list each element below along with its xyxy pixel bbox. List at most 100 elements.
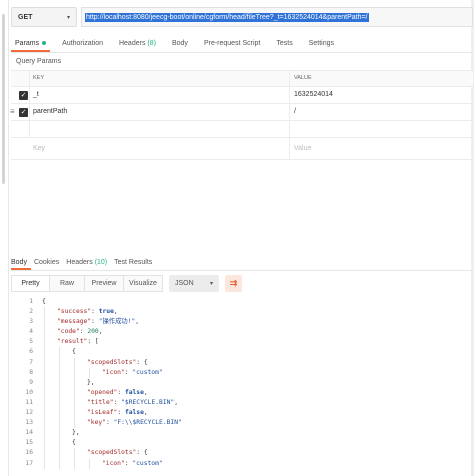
- view-raw-button[interactable]: Raw: [49, 275, 85, 292]
- indent-guide: [59, 428, 60, 439]
- indent-guide: [44, 397, 45, 409]
- response-body-code[interactable]: 1{2 "success": true, 3 "message": "操作成功!", 4…: [11, 297, 471, 469]
- code-token: {: [72, 348, 76, 356]
- code-token: ,: [113, 308, 118, 316]
- code-text: "success": true,: [57, 307, 118, 317]
- indent-guide: [74, 458, 75, 469]
- line-number: 12: [25, 409, 33, 417]
- tab-headers-count: (8): [147, 39, 156, 47]
- checkbox-checked-icon[interactable]: ✓: [19, 108, 28, 117]
- tab-pre-request-script[interactable]: Pre-request Script: [204, 36, 260, 50]
- code-token: {: [42, 298, 46, 305]
- row-divider: [29, 121, 30, 137]
- indent-guide: [74, 408, 75, 419]
- indent-guide: [44, 317, 45, 328]
- indent-guide: [44, 408, 45, 419]
- indent-guide: [59, 377, 60, 388]
- tab-tests[interactable]: Tests: [276, 36, 292, 50]
- code-token: ,: [174, 398, 179, 406]
- response-tabs: Body Cookies Headers (10) Test Results: [11, 256, 159, 268]
- code-text: "title": "$RECYCLE.BIN",: [87, 398, 178, 408]
- tab-headers-label: Headers: [118, 39, 146, 47]
- indent-guide: [44, 448, 45, 459]
- code-text: "scopedSlots": {: [87, 358, 148, 368]
- param-row[interactable]: ≡ ✓ parentPath /: [10, 104, 473, 121]
- tab-params[interactable]: Params: [15, 36, 47, 50]
- param-value[interactable]: /: [294, 108, 296, 115]
- code-line: 17 "icon": "custom": [11, 458, 471, 469]
- code-text: },: [87, 378, 95, 388]
- tab-settings[interactable]: Settings: [309, 36, 334, 50]
- view-preview-button[interactable]: Preview: [84, 275, 124, 292]
- wrap-lines-button[interactable]: ⇉: [225, 275, 242, 292]
- indent-guide: [44, 337, 45, 348]
- column-divider: [289, 121, 290, 137]
- code-line: 7 "scopedSlots": {: [11, 357, 471, 368]
- column-divider: [289, 138, 290, 159]
- tab-body[interactable]: Body: [172, 36, 188, 50]
- sidebar-scrollbar[interactable]: [0, 0, 9, 476]
- line-number: 1: [29, 298, 33, 305]
- param-key[interactable]: parentPath: [33, 108, 67, 115]
- tab-response-headers-count: (10): [94, 258, 108, 266]
- view-pretty-button[interactable]: Pretty: [11, 275, 50, 292]
- tab-authorization[interactable]: Authorization: [62, 36, 103, 50]
- scrollbar-thumb[interactable]: [2, 14, 5, 184]
- code-line: 4 "code": 200,: [11, 327, 471, 338]
- indent-guide: [59, 387, 60, 398]
- code-text: "message": "操作成功!",: [57, 317, 139, 327]
- line-number: 5: [29, 338, 33, 346]
- indent-guide: [59, 408, 60, 419]
- code-token: "F:\\$RECYCLE.BIN": [113, 419, 182, 427]
- code-token: true: [98, 308, 114, 316]
- code-token: "message": [57, 318, 92, 326]
- code-token: "custom": [132, 459, 163, 467]
- param-row[interactable]: ✓ _t 1632524014: [11, 87, 473, 104]
- indent-guide: [44, 367, 45, 378]
- line-number: 10: [25, 388, 33, 396]
- param-key[interactable]: _t: [33, 91, 39, 98]
- new-value-input[interactable]: Value: [294, 145, 311, 152]
- tab-response-headers[interactable]: Headers (10): [66, 256, 107, 268]
- code-token: "scopedSlots": [87, 449, 137, 457]
- format-select[interactable]: JSON ▾: [169, 275, 219, 292]
- tab-settings-label: Settings: [308, 39, 334, 47]
- code-line: 9},: [11, 377, 471, 388]
- code-text: {: [72, 438, 76, 448]
- line-number: 13: [25, 419, 33, 427]
- line-number: 8: [29, 368, 33, 376]
- code-token: ,: [143, 409, 148, 417]
- tab-response-body-label: Body: [11, 258, 27, 266]
- tab-cookies[interactable]: Cookies: [34, 256, 59, 268]
- tab-pre-request-label: Pre-request Script: [203, 39, 261, 47]
- indent-guide: [74, 387, 75, 398]
- code-token: : [: [87, 338, 99, 346]
- query-params-title: Query Params: [16, 58, 62, 65]
- param-new-row[interactable]: Key Value: [11, 138, 473, 160]
- param-value[interactable]: 1632524014: [294, 91, 333, 98]
- tab-headers[interactable]: Headers (8): [119, 36, 156, 50]
- indent-guide: [44, 418, 45, 429]
- drag-handle-icon[interactable]: ≡: [10, 107, 15, 116]
- code-token: false: [124, 388, 144, 396]
- url-input[interactable]: http://localhost:8080/jeecg-boot/online/…: [81, 7, 473, 27]
- method-select[interactable]: GET ▾: [11, 7, 77, 27]
- param-row-empty[interactable]: [11, 121, 473, 138]
- code-token: "title": [87, 398, 114, 406]
- code-text: "code": 200,: [57, 327, 103, 337]
- tab-params-label: Params: [15, 39, 40, 47]
- row-divider: [29, 104, 30, 120]
- tab-response-headers-label: Headers: [66, 258, 93, 266]
- chevron-down-icon: ▾: [66, 14, 70, 21]
- tab-test-results[interactable]: Test Results: [114, 256, 152, 268]
- code-token: :: [117, 409, 125, 417]
- code-text: "key": "F:\\$RECYCLE.BIN": [87, 418, 182, 428]
- view-visualize-button[interactable]: Visualize: [123, 275, 163, 292]
- params-table: KEY VALUE ✓ _t 1632524014 ≡ ✓ parentPath…: [10, 70, 473, 160]
- code-line: 10 "opened": false,: [11, 387, 471, 398]
- indent-guide: [89, 458, 90, 469]
- tab-response-body[interactable]: Body: [11, 256, 27, 268]
- code-token: "success": [57, 308, 92, 316]
- checkbox-checked-icon[interactable]: ✓: [19, 91, 28, 100]
- new-key-input[interactable]: Key: [33, 145, 45, 152]
